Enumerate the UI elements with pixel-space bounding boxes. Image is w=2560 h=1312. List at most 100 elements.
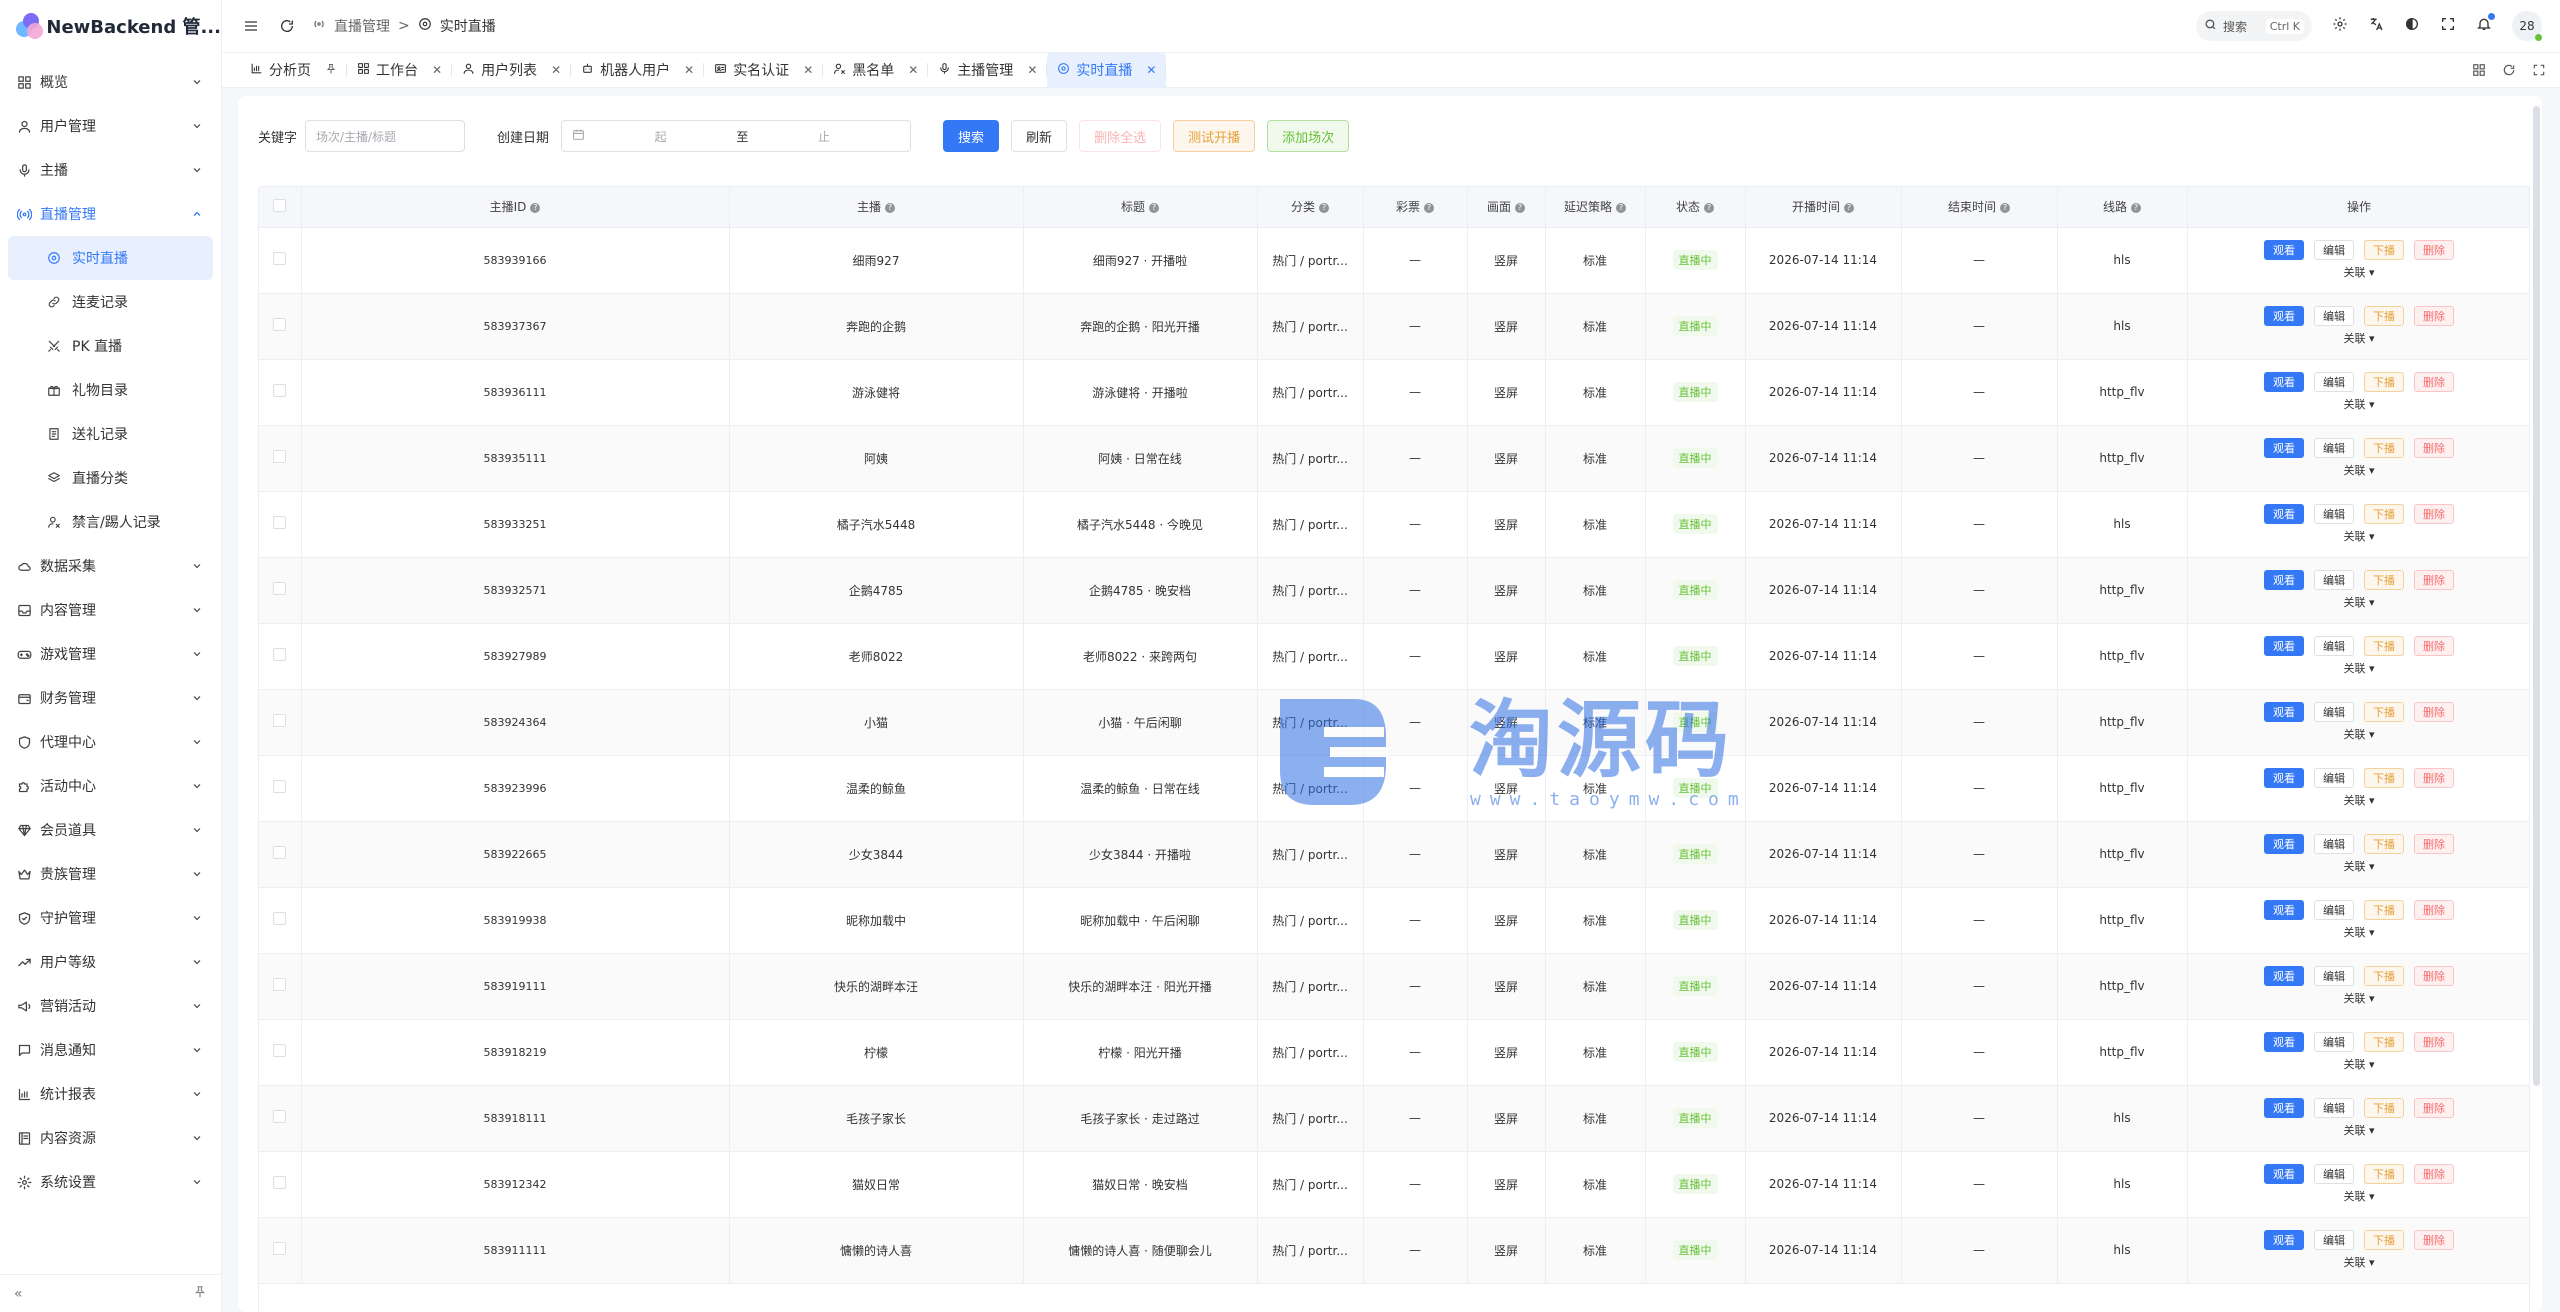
offline-button[interactable]: 下播: [2364, 1098, 2404, 1118]
edit-button[interactable]: 编辑: [2314, 768, 2354, 788]
offline-button[interactable]: 下播: [2364, 1230, 2404, 1250]
sidebar-item[interactable]: 内容管理: [0, 588, 221, 632]
sidebar-item[interactable]: 守护管理: [0, 896, 221, 940]
view-button[interactable]: 观看: [2264, 966, 2304, 986]
view-button[interactable]: 观看: [2264, 636, 2304, 656]
sidebar-item[interactable]: 游戏管理: [0, 632, 221, 676]
edit-button[interactable]: 编辑: [2314, 1098, 2354, 1118]
sidebar-subitem[interactable]: 礼物目录: [8, 368, 213, 412]
settings-icon[interactable]: [2332, 16, 2348, 36]
tab[interactable]: 主播管理 ✕: [928, 52, 1048, 88]
theme-icon[interactable]: [2404, 16, 2420, 36]
relate-dropdown[interactable]: 关联 ▾: [2335, 462, 2382, 478]
sidebar-subitem[interactable]: 送礼记录: [8, 412, 213, 456]
row-checkbox[interactable]: [273, 978, 287, 991]
offline-button[interactable]: 下播: [2364, 306, 2404, 326]
sidebar-item[interactable]: 代理中心: [0, 720, 221, 764]
delete-button[interactable]: 删除: [2414, 768, 2454, 788]
row-checkbox[interactable]: [273, 1176, 287, 1189]
sidebar-item[interactable]: 用户等级: [0, 940, 221, 984]
edit-button[interactable]: 编辑: [2314, 1230, 2354, 1250]
delete-button[interactable]: 删除: [2414, 438, 2454, 458]
edit-button[interactable]: 编辑: [2314, 306, 2354, 326]
relate-dropdown[interactable]: 关联 ▾: [2335, 1188, 2382, 1204]
translate-icon[interactable]: [2368, 16, 2384, 36]
help-icon[interactable]: ?: [1319, 202, 1329, 213]
help-icon[interactable]: ?: [1704, 202, 1714, 213]
row-checkbox[interactable]: [273, 252, 287, 265]
edit-button[interactable]: 编辑: [2314, 570, 2354, 590]
date-range-picker[interactable]: 起 至 止: [561, 120, 912, 152]
offline-button[interactable]: 下播: [2364, 834, 2404, 854]
sidebar-item[interactable]: 用户管理: [0, 104, 221, 148]
close-icon[interactable]: ✕: [551, 63, 561, 77]
delete-button[interactable]: 删除: [2414, 1098, 2454, 1118]
relate-dropdown[interactable]: 关联 ▾: [2335, 858, 2382, 874]
test-live-button[interactable]: 测试开播: [1173, 120, 1256, 152]
relate-dropdown[interactable]: 关联 ▾: [2335, 726, 2382, 742]
delete-button[interactable]: 删除: [2414, 240, 2454, 260]
offline-button[interactable]: 下播: [2364, 900, 2404, 920]
fullscreen-icon[interactable]: [2440, 16, 2456, 36]
delete-button[interactable]: 删除: [2414, 570, 2454, 590]
row-checkbox[interactable]: [273, 1044, 287, 1057]
row-checkbox[interactable]: [273, 450, 287, 463]
tab[interactable]: 实名认证 ✕: [704, 52, 824, 88]
view-button[interactable]: 观看: [2264, 240, 2304, 260]
sidebar-item[interactable]: 贵族管理: [0, 852, 221, 896]
sidebar-subitem[interactable]: 实时直播: [8, 236, 213, 280]
tab[interactable]: 工作台 ✕: [347, 52, 453, 88]
row-checkbox[interactable]: [273, 846, 287, 859]
close-icon[interactable]: ✕: [1146, 63, 1156, 77]
view-button[interactable]: 观看: [2264, 1164, 2304, 1184]
help-icon[interactable]: ?: [1515, 202, 1525, 213]
delete-button[interactable]: 删除: [2414, 1230, 2454, 1250]
offline-button[interactable]: 下播: [2364, 240, 2404, 260]
delete-button[interactable]: 删除: [2414, 702, 2454, 722]
sidebar-item[interactable]: 数据采集: [0, 544, 221, 588]
row-checkbox[interactable]: [273, 1242, 287, 1255]
close-icon[interactable]: ✕: [1027, 63, 1037, 77]
delete-button[interactable]: 删除: [2414, 636, 2454, 656]
delete-button[interactable]: 删除: [2414, 1164, 2454, 1184]
sidebar-subitem[interactable]: 禁言/踢人记录: [8, 500, 213, 544]
view-button[interactable]: 观看: [2264, 1098, 2304, 1118]
offline-button[interactable]: 下播: [2364, 966, 2404, 986]
relate-dropdown[interactable]: 关联 ▾: [2335, 1122, 2382, 1138]
app-logo[interactable]: NewBackend 管...: [0, 0, 221, 52]
delete-button[interactable]: 删除: [2414, 900, 2454, 920]
sidebar-subitem[interactable]: 直播分类: [8, 456, 213, 500]
pin-icon[interactable]: [325, 63, 337, 78]
help-icon[interactable]: ?: [1149, 202, 1159, 213]
add-session-button[interactable]: 添加场次: [1267, 120, 1350, 152]
sidebar-item[interactable]: 营销活动: [0, 984, 221, 1028]
sidebar-item[interactable]: 系统设置: [0, 1160, 221, 1204]
offline-button[interactable]: 下播: [2364, 1164, 2404, 1184]
edit-button[interactable]: 编辑: [2314, 636, 2354, 656]
delete-button[interactable]: 删除: [2414, 372, 2454, 392]
delete-button[interactable]: 删除: [2414, 504, 2454, 524]
edit-button[interactable]: 编辑: [2314, 438, 2354, 458]
keyword-input[interactable]: 场次/主播/标题: [305, 120, 466, 152]
row-checkbox[interactable]: [273, 714, 287, 727]
breadcrumb-item-parent[interactable]: 直播管理: [334, 16, 390, 36]
sidebar-item[interactable]: 统计报表: [0, 1072, 221, 1116]
edit-button[interactable]: 编辑: [2314, 966, 2354, 986]
view-button[interactable]: 观看: [2264, 372, 2304, 392]
relate-dropdown[interactable]: 关联 ▾: [2335, 396, 2382, 412]
delete-button[interactable]: 删除: [2414, 966, 2454, 986]
edit-button[interactable]: 编辑: [2314, 1164, 2354, 1184]
help-icon[interactable]: ?: [1844, 202, 1854, 213]
search-button[interactable]: 搜索: [943, 120, 1000, 152]
sidebar-item[interactable]: 会员道具: [0, 808, 221, 852]
grid-icon[interactable]: [2472, 62, 2486, 81]
view-button[interactable]: 观看: [2264, 1230, 2304, 1250]
close-icon[interactable]: ✕: [908, 63, 918, 77]
view-button[interactable]: 观看: [2264, 570, 2304, 590]
tab[interactable]: 黑名单 ✕: [823, 52, 929, 88]
view-button[interactable]: 观看: [2264, 1032, 2304, 1052]
help-icon[interactable]: ?: [2131, 202, 2141, 213]
edit-button[interactable]: 编辑: [2314, 702, 2354, 722]
close-icon[interactable]: ✕: [684, 63, 694, 77]
tab[interactable]: 机器人用户 ✕: [571, 52, 705, 88]
